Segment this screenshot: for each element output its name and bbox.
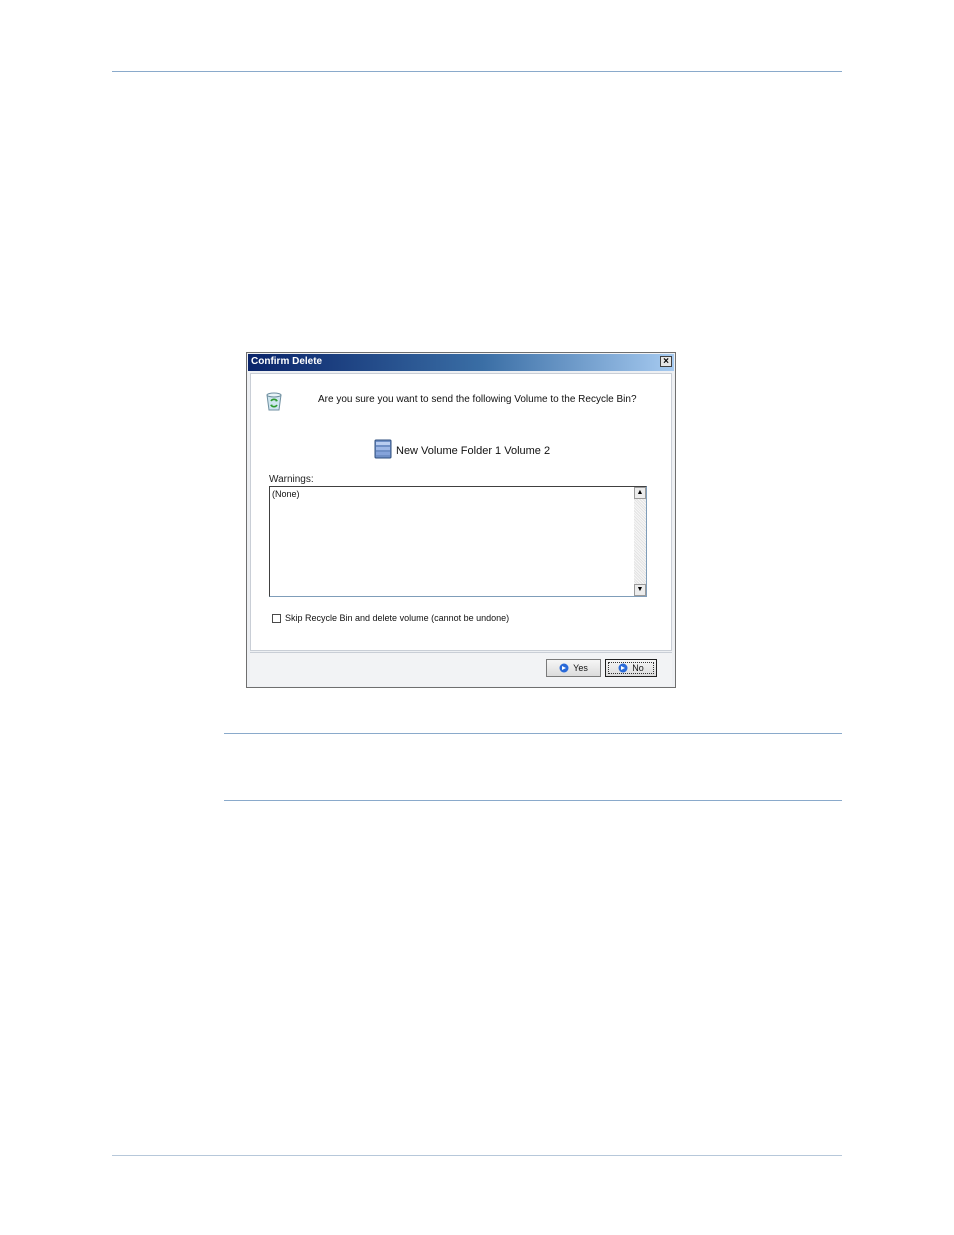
scroll-down-arrow-icon: ▼ <box>636 586 644 593</box>
confirm-delete-dialog: Confirm Delete × Are you sure you want t… <box>246 352 676 688</box>
volume-name: New Volume Folder 1 Volume 2 <box>396 445 551 457</box>
footer-rule <box>112 1155 842 1156</box>
arrow-right-icon <box>618 663 628 673</box>
volume-icon <box>374 439 392 459</box>
skip-recycle-bin-label[interactable]: Skip Recycle Bin and delete volume (cann… <box>285 613 509 623</box>
note-rule-top <box>224 733 842 734</box>
skip-recycle-bin-checkbox[interactable] <box>272 614 281 623</box>
warnings-text: (None) <box>272 489 300 499</box>
no-button[interactable]: No <box>605 659 657 677</box>
confirmation-question: Are you sure you want to send the follow… <box>318 394 637 405</box>
close-button[interactable]: × <box>660 356 672 367</box>
header-rule <box>112 71 842 72</box>
warnings-scrollbar[interactable]: ▲ ▼ <box>634 487 646 596</box>
warnings-textarea[interactable]: (None) ▲ ▼ <box>269 486 647 597</box>
dialog-title: Confirm Delete <box>251 356 323 367</box>
close-icon: × <box>663 356 669 367</box>
warnings-label: Warnings: <box>269 474 314 485</box>
scroll-down-button[interactable]: ▼ <box>634 584 646 596</box>
dialog-button-bar: Yes No <box>250 652 672 686</box>
recycle-bin-icon <box>266 392 282 411</box>
yes-button[interactable]: Yes <box>546 659 601 677</box>
scroll-up-arrow-icon: ▲ <box>636 489 644 496</box>
note-rule-bottom <box>224 800 842 801</box>
dialog-content: Are you sure you want to send the follow… <box>250 373 672 651</box>
yes-label: Yes <box>573 663 588 673</box>
scroll-up-button[interactable]: ▲ <box>634 487 646 499</box>
arrow-right-icon <box>559 663 569 673</box>
dialog-titlebar[interactable]: Confirm Delete × <box>248 354 674 371</box>
no-label: No <box>632 663 644 673</box>
